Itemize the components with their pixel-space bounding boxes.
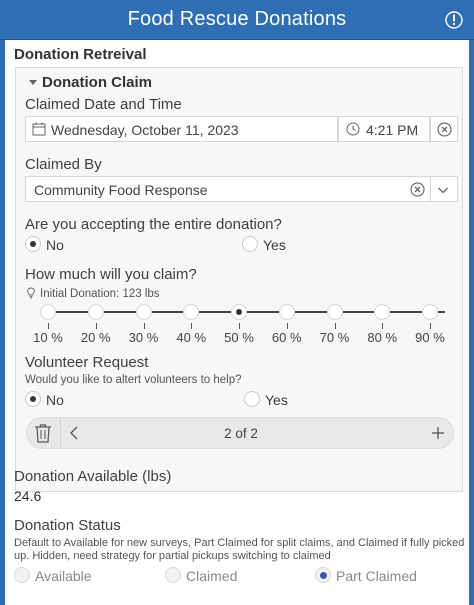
available-label: Donation Available (lbs) <box>14 468 172 485</box>
status-hint-line2: up. Hidden, need strategy for partial pi… <box>14 550 331 562</box>
claimed-by-select[interactable]: Community Food Response <box>25 176 458 202</box>
time-input[interactable]: 4:21 PM <box>338 116 430 142</box>
slider-stop[interactable] <box>87 304 104 320</box>
slider-stop[interactable] <box>40 304 56 320</box>
slider-tick-label: 90 % <box>415 330 445 345</box>
section-title: Donation Retreival <box>14 46 147 63</box>
slider-tick-label: 80 % <box>367 330 398 345</box>
slider-tick <box>95 323 97 329</box>
chevron-down-icon[interactable] <box>437 184 449 196</box>
record-pager: 2 of 2 <box>26 417 454 449</box>
claimed-by-label: Claimed By <box>25 156 102 173</box>
available-value: 24.6 <box>14 488 42 504</box>
status-part-claimed-label: Part Claimed <box>336 568 417 584</box>
slider-tick <box>239 323 240 329</box>
slider-stop[interactable] <box>422 304 438 320</box>
status-claimed-radio[interactable] <box>165 567 181 583</box>
form-frame: Donation Retreival Donation Claim Claime… <box>2 40 472 605</box>
alert-icon[interactable] <box>444 10 464 30</box>
entire-yes-label: Yes <box>263 237 286 253</box>
volunteer-no-label: No <box>46 392 64 408</box>
donation-claim-toggle[interactable]: Donation Claim <box>26 74 226 96</box>
slider-tick <box>48 323 49 329</box>
slider-tick-label: 10 % <box>33 330 63 345</box>
slider-tick <box>334 323 336 329</box>
slider-stop[interactable] <box>135 304 152 320</box>
amount-label: How much will you claim? <box>25 266 197 283</box>
date-value: Wednesday, October 11, 2023 <box>51 122 239 138</box>
slider-tick <box>191 323 193 329</box>
clock-icon <box>346 122 360 136</box>
status-label: Donation Status <box>14 517 121 534</box>
volunteer-hint: Would you like to altert volunteers to h… <box>25 374 242 386</box>
slider-stop[interactable] <box>374 304 391 320</box>
volunteer-yes-radio[interactable] <box>244 391 260 407</box>
slider-tick <box>430 323 431 329</box>
entire-donation-label: Are you accepting the entire donation? <box>25 216 282 233</box>
group-title: Donation Claim <box>42 74 153 91</box>
status-hint-line1: Default to Available for new surveys, Pa… <box>14 537 465 549</box>
entire-yes-radio[interactable] <box>242 236 258 252</box>
slider-tick-label: 20 % <box>80 330 111 345</box>
slider-tick-label: 60 % <box>271 330 302 345</box>
calendar-icon <box>32 122 46 136</box>
time-value: 4:21 PM <box>366 122 419 138</box>
slider-tick <box>286 323 288 329</box>
pager-status: 2 of 2 <box>224 426 258 441</box>
lightbulb-icon <box>26 287 36 299</box>
clear-date-button[interactable] <box>430 116 458 142</box>
volunteer-yes-label: Yes <box>265 392 288 408</box>
plus-icon[interactable] <box>431 426 445 440</box>
app-header: Food Rescue Donations <box>0 0 474 40</box>
caret-down-icon <box>28 77 38 87</box>
status-claimed-label: Claimed <box>186 568 238 584</box>
status-available-label: Available <box>35 568 92 584</box>
status-part-claimed-radio[interactable] <box>315 567 331 583</box>
volunteer-label: Volunteer Request <box>25 354 149 371</box>
status-available-radio[interactable] <box>14 567 30 583</box>
slider-stop[interactable] <box>326 304 343 320</box>
clear-icon[interactable] <box>410 182 425 197</box>
slider-tick <box>382 323 384 329</box>
entire-no-label: No <box>46 237 64 253</box>
donation-claim-card: Donation Claim Claimed Date and Time Wed… <box>15 67 463 492</box>
slider-tick-label: 50 % <box>224 330 254 345</box>
amount-hint: Initial Donation: 123 lbs <box>40 288 160 300</box>
slider-tick-label: 40 % <box>176 330 207 345</box>
slider-tick-label: 30 % <box>128 330 159 345</box>
slider-tick-label: 70 % <box>319 330 350 345</box>
volunteer-no-radio[interactable] <box>25 391 41 407</box>
slider-tick <box>143 323 145 329</box>
entire-no-radio[interactable] <box>25 236 41 252</box>
date-input[interactable]: Wednesday, October 11, 2023 <box>25 116 338 142</box>
claimed-by-value: Community Food Response <box>34 182 208 198</box>
slider-stop[interactable] <box>278 304 295 320</box>
app-title: Food Rescue Donations <box>127 8 347 30</box>
clear-icon <box>437 122 452 137</box>
slider-stop[interactable] <box>183 304 200 320</box>
date-label: Claimed Date and Time <box>25 96 182 113</box>
slider-stop[interactable] <box>231 304 247 320</box>
divider <box>430 177 431 201</box>
